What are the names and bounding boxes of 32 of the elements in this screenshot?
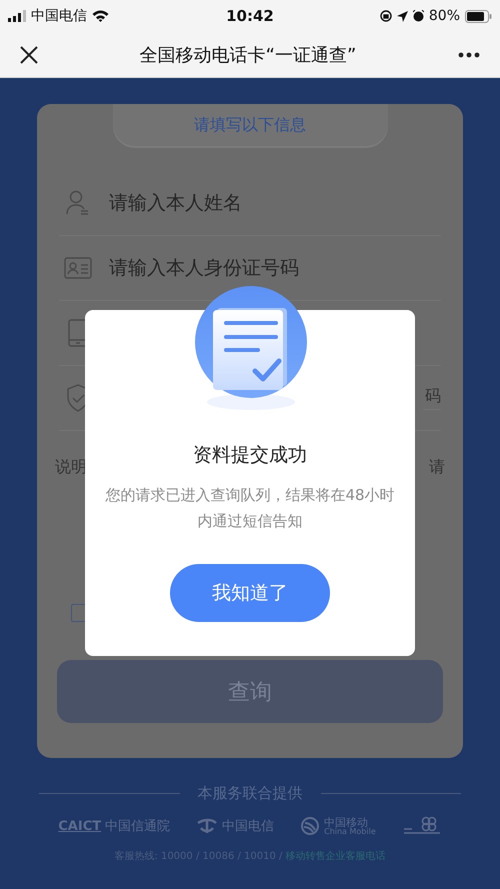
telecom-logo-icon bbox=[196, 817, 218, 835]
page-title: 全国移动电话卡“一证通查” bbox=[138, 44, 358, 66]
text-field[interactable]: 请输入本人姓名 bbox=[109, 192, 441, 214]
more-icon[interactable] bbox=[458, 52, 480, 58]
dialog-message: 您的请求已进入查询队列，结果将在48小时内通过短信告知 bbox=[104, 485, 396, 532]
id-card-icon bbox=[64, 257, 92, 279]
signal-icon bbox=[8, 10, 26, 22]
alarm-icon bbox=[412, 10, 424, 22]
partner-name: 中国信通院 bbox=[105, 818, 170, 835]
carrier-name: 中国电信 bbox=[31, 7, 87, 25]
battery-percent: 80% bbox=[428, 8, 460, 24]
clock-time: 10:42 bbox=[226, 7, 274, 25]
battery-icon bbox=[465, 10, 492, 22]
mobile-logo-icon bbox=[300, 816, 320, 836]
text-field[interactable]: 码 bbox=[423, 386, 441, 410]
partner-logo-text: CAICT bbox=[58, 818, 102, 834]
acknowledge-button[interactable]: 我知道了 bbox=[170, 564, 330, 622]
rotation-lock-icon bbox=[380, 10, 392, 22]
partner-subname: China Mobile bbox=[324, 828, 376, 836]
wifi-icon bbox=[92, 10, 109, 22]
close-icon[interactable] bbox=[20, 46, 38, 64]
document-check-icon bbox=[195, 286, 307, 412]
person-icon bbox=[66, 190, 90, 216]
location-arrow-icon bbox=[396, 10, 408, 22]
form-header: 请填写以下信息 bbox=[112, 104, 388, 146]
knot-logo-icon bbox=[402, 815, 442, 837]
partner-name: 中国电信 bbox=[222, 818, 274, 835]
text-field[interactable]: 请输入本人身份证号码 bbox=[109, 257, 441, 279]
dialog-title: 资料提交成功 bbox=[193, 443, 307, 468]
footer-heading: 本服务联合提供 bbox=[198, 784, 302, 803]
partner-name: 中国移动 bbox=[324, 816, 368, 828]
note-text: 请 bbox=[429, 457, 445, 478]
